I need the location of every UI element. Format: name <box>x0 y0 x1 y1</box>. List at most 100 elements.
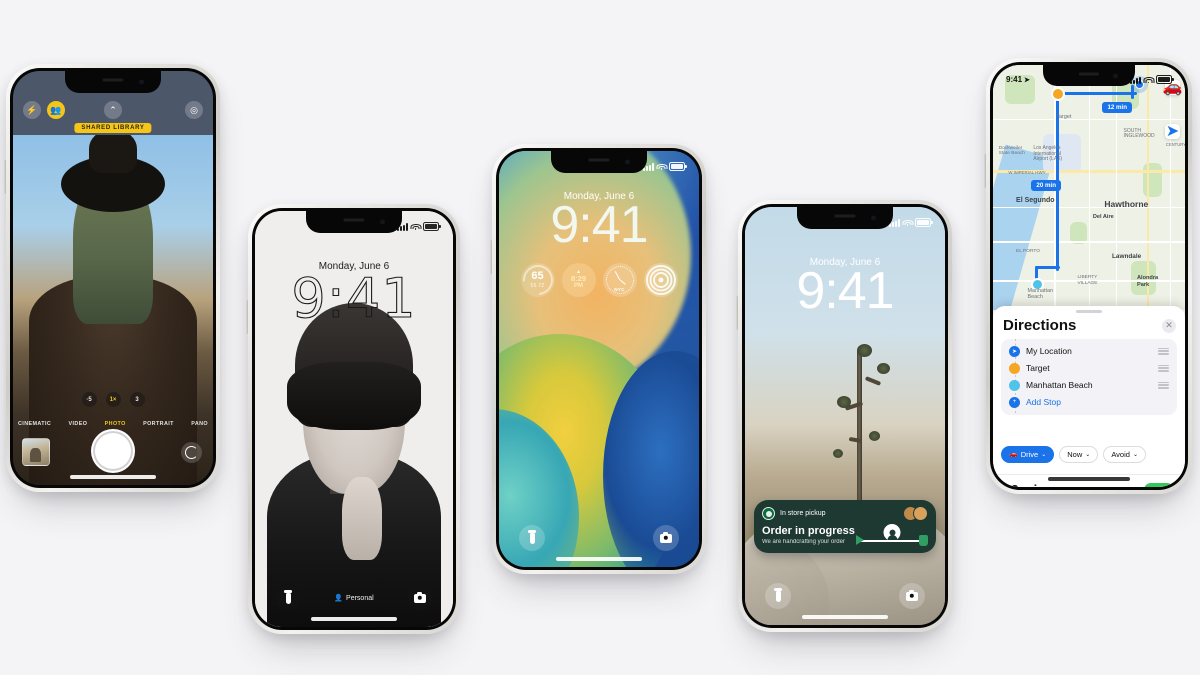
cellular-icon <box>1130 76 1141 84</box>
stop-add[interactable]: + Add Stop <box>1001 394 1177 411</box>
mode-pano[interactable]: PANO <box>191 421 208 427</box>
screen-camera: ⚡ 👥 ⌃ ◎ SHARED LIBRARY ·5 1× 3 CINEMATIC… <box>13 71 213 485</box>
status-right <box>397 221 441 231</box>
live-activity-title: Order in progress <box>762 525 855 538</box>
live-photo-icon[interactable]: ◎ <box>185 101 203 119</box>
camera-button[interactable] <box>653 525 679 551</box>
mode-video[interactable]: VIDEO <box>69 421 88 427</box>
wifi-icon <box>410 223 421 231</box>
screen-lock-widgets: Monday, June 6 9:41 65 55 72 ▲ 8:29 PM N… <box>499 151 699 567</box>
weather-widget[interactable]: 65 55 72 <box>520 263 555 297</box>
waypoint-icon <box>1009 362 1020 374</box>
flashlight-button[interactable] <box>519 525 545 551</box>
map-label: SOUTH INGLEWOOD <box>1123 127 1155 140</box>
route-eta-badge[interactable]: 12 min <box>1102 101 1133 113</box>
shared-library-icon[interactable]: 👥 <box>47 101 65 119</box>
sunset-ampm: PM <box>574 282 583 289</box>
camera-button[interactable] <box>899 583 925 609</box>
volume-buttons[interactable] <box>490 240 492 274</box>
sheet-grabber[interactable] <box>1076 309 1102 313</box>
chip-drive[interactable]: 🚗 Drive ⌄ <box>1001 445 1055 463</box>
screen-maps: 9:41 ➤ 🚗 ➤ Target SOUTH INGLEWOOD Los An… <box>993 65 1185 487</box>
drag-handle[interactable] <box>1158 347 1169 355</box>
fitness-rings-widget[interactable] <box>643 263 678 297</box>
screen-live-activity: Monday, June 6 9:41 In store pickup Orde… <box>745 207 945 625</box>
map-label: Target <box>1056 113 1072 120</box>
home-indicator <box>311 617 397 621</box>
order-progress-indicator <box>856 524 928 546</box>
close-icon[interactable]: ✕ <box>1162 318 1176 333</box>
road <box>1089 65 1091 310</box>
focus-status: 👤 Personal <box>334 594 373 603</box>
flip-camera-icon[interactable] <box>181 442 202 463</box>
live-activity-header-text: In store pickup <box>780 510 826 517</box>
camera-button[interactable] <box>406 585 433 611</box>
chip-now[interactable]: Now ⌄ <box>1059 445 1099 463</box>
zoom-selector[interactable]: ·5 1× 3 <box>13 392 213 407</box>
chevron-up-icon[interactable]: ⌃ <box>104 101 122 119</box>
map-label: Manhattan Beach <box>1027 287 1054 300</box>
drag-handle[interactable] <box>1158 381 1169 389</box>
battery-icon <box>915 217 933 227</box>
phone-camera: ⚡ 👥 ⌃ ◎ SHARED LIBRARY ·5 1× 3 CINEMATIC… <box>4 64 220 492</box>
camera-roll-thumbnail[interactable] <box>22 438 50 466</box>
go-button[interactable]: GO <box>1144 482 1174 487</box>
volume-buttons[interactable] <box>246 300 248 334</box>
map-label: W IMPERIAL HWY <box>1008 170 1046 176</box>
eta-text: 32 min 9.7 mi · 1 stop <box>1004 483 1052 487</box>
mode-photo[interactable]: PHOTO <box>105 421 126 427</box>
starbucks-logo-icon <box>762 507 775 520</box>
zoom-option[interactable]: ·5 <box>81 392 97 407</box>
screen-lock-bw: Monday, June 6 9:41 👤 Personal <box>255 211 453 627</box>
directions-sheet: Directions ✕ ➤ My Location Target Manhat… <box>993 305 1185 487</box>
chip-label: Drive <box>1020 449 1039 459</box>
map-label: Lawndale <box>1112 253 1142 261</box>
live-activity-starbucks[interactable]: In store pickup Order in progress We are… <box>754 500 936 553</box>
stops-list: ➤ My Location Target Manhattan Beach + A… <box>1001 338 1177 415</box>
chevron-down-icon: ⌄ <box>1085 451 1091 458</box>
sunset-widget[interactable]: ▲ 8:29 PM <box>561 263 596 297</box>
zoom-option-selected[interactable]: 1× <box>105 392 121 407</box>
map-canvas[interactable]: 🚗 ➤ WESTCHESTERTargetSOUTH INGLEWOODLos … <box>993 65 1185 310</box>
destination-icon <box>1009 379 1020 391</box>
origin-icon: ➤ <box>1009 345 1020 357</box>
highway <box>1146 65 1149 310</box>
wifi-icon <box>902 219 913 227</box>
chip-avoid[interactable]: Avoid ⌄ <box>1103 445 1146 463</box>
wifi-icon <box>656 163 667 171</box>
route-line <box>1056 91 1137 95</box>
flash-icon[interactable]: ⚡ <box>23 101 41 119</box>
eta-duration: 32 min <box>1004 483 1052 487</box>
flashlight-button[interactable] <box>765 583 791 609</box>
lock-time: 9:41 <box>291 267 417 330</box>
stop-label: Manhattan Beach <box>1026 380 1093 391</box>
plus-icon: + <box>1009 396 1020 408</box>
map-pin-target[interactable] <box>1050 87 1065 102</box>
status-time: 9:41 <box>1006 75 1023 84</box>
drag-handle[interactable] <box>1158 364 1169 372</box>
chip-label: Avoid <box>1111 449 1130 459</box>
volume-buttons[interactable] <box>984 154 986 188</box>
home-indicator <box>70 475 156 479</box>
mode-portrait[interactable]: PORTRAIT <box>143 421 174 427</box>
zoom-option[interactable]: 3 <box>129 392 145 407</box>
chevron-down-icon: ⌄ <box>1041 451 1047 458</box>
flashlight-button[interactable] <box>275 585 301 611</box>
phone-lock-widgets: Monday, June 6 9:41 65 55 72 ▲ 8:29 PM N… <box>490 144 706 574</box>
shutter-button[interactable] <box>91 429 135 473</box>
shared-library-badge: SHARED LIBRARY <box>74 123 152 133</box>
volume-buttons[interactable] <box>4 160 6 194</box>
stop-manhattan-beach[interactable]: Manhattan Beach <box>1001 377 1177 394</box>
stop-target[interactable]: Target <box>1001 360 1177 377</box>
volume-buttons[interactable] <box>736 296 738 330</box>
route-eta-badge[interactable]: 20 min <box>1031 180 1061 192</box>
status-right <box>643 161 687 171</box>
camera-mode-selector[interactable]: CINEMATIC VIDEO PHOTO PORTRAIT PANO <box>13 421 213 427</box>
battery-icon <box>423 221 441 231</box>
map-label: Alondra Park <box>1137 275 1159 288</box>
stop-my-location[interactable]: ➤ My Location <box>1001 343 1177 360</box>
world-clock-widget[interactable]: NYC <box>602 263 637 297</box>
send-icon <box>856 535 864 545</box>
mode-cinematic[interactable]: CINEMATIC <box>18 421 51 427</box>
compass-icon[interactable]: ➤ <box>1165 123 1180 140</box>
